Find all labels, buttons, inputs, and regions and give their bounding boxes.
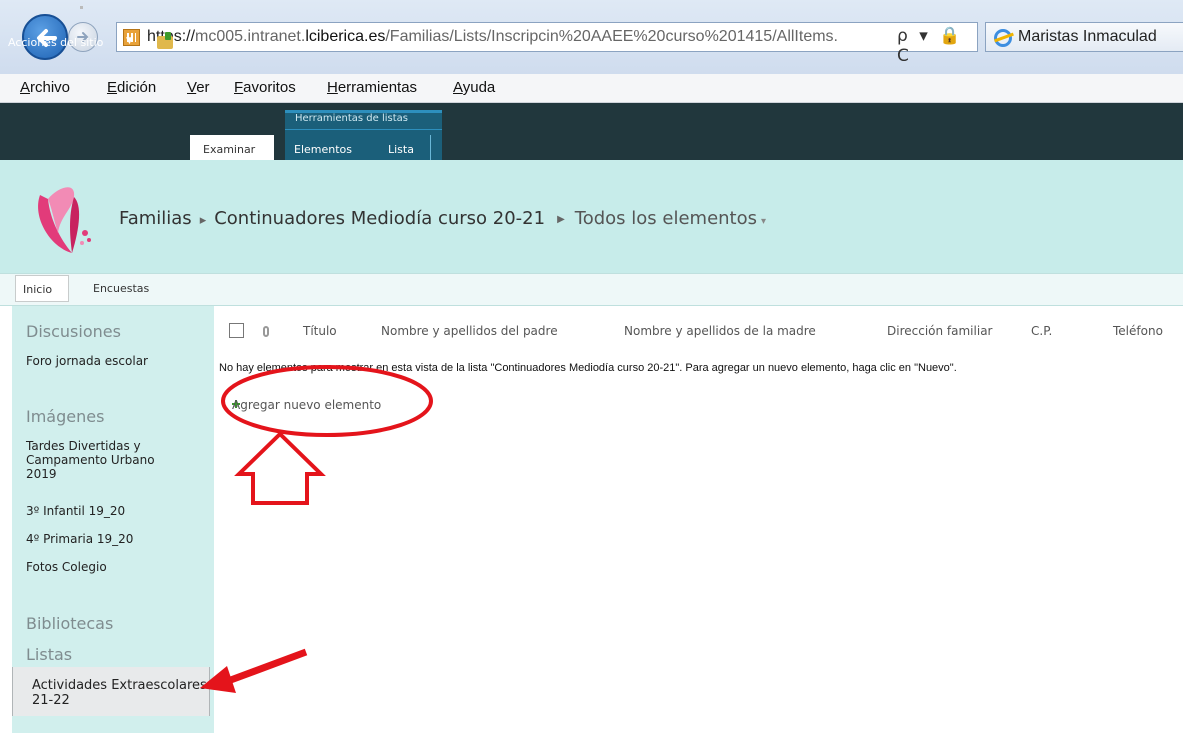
column-telefono[interactable]: Teléfono [1113,324,1163,338]
chevron-down-icon: ▼ [126,36,133,46]
ie-logo-icon [994,29,1012,47]
menu-herramientas[interactable]: Herramientas [327,79,417,96]
menu-edicion[interactable]: Edición [107,79,156,96]
up-arrow-icon [234,431,326,505]
ql-item-fotos[interactable]: Fotos Colegio [26,560,201,574]
ribbon-dot [80,6,83,9]
column-direccion[interactable]: Dirección familiar [887,324,992,338]
url-text: https://mc005.intranet.lciberica.es/Fami… [147,28,838,45]
empty-list-message: No hay elementos para mostrar en esta vi… [219,362,957,374]
browser-address-bar: https://mc005.intranet.lciberica.es/Fami… [0,0,1183,74]
address-tools[interactable]: ρ ▾ 🔒 C [897,26,977,66]
add-new-item-link[interactable]: Agregar nuevo elemento [232,398,381,412]
breadcrumb-separator-icon: ▶ [557,214,565,225]
column-titulo[interactable]: Título [303,324,337,338]
site-actions-menu[interactable]: Acciones del sitio [8,36,103,49]
menu-ver[interactable]: Ver [187,79,210,96]
ql-item-actividades[interactable]: Actividades Extraescolares 21-22 [32,678,207,708]
ql-heading-discusiones[interactable]: Discusiones [26,322,121,341]
view-selector[interactable]: Todos los elementos [575,208,757,229]
tab-examinar[interactable]: Examinar [190,135,274,160]
column-cp[interactable]: C.P. [1031,324,1052,338]
ql-item-tardes[interactable]: Tardes Divertidas y Campamento Urbano 20… [26,439,186,481]
tab-elementos[interactable]: Elementos [294,143,352,156]
menu-archivo[interactable]: Archivo [20,79,70,96]
ql-heading-bibliotecas[interactable]: Bibliotecas [26,614,113,633]
menu-bar: Archivo Edición Ver Favoritos Herramient… [0,74,1183,103]
ql-heading-imagenes[interactable]: Imágenes [26,407,104,426]
tab-lista[interactable]: Lista [388,143,414,156]
menu-favoritos[interactable]: Favoritos [234,79,296,96]
tab-title: Maristas Inmaculad [1018,28,1157,45]
ql-item-infantil[interactable]: 3º Infantil 19_20 [26,504,201,518]
site-logo-icon [38,187,91,253]
breadcrumb: Familias ▸ Continuadores Mediodía curso 20… [119,208,766,229]
ql-item-primaria[interactable]: 4º Primaria 19_20 [26,532,201,546]
nav-inicio[interactable]: Inicio [15,275,69,302]
tab-examinar-label: Examinar [203,143,256,156]
list-tools-label: Herramientas de listas [295,113,408,124]
select-all-checkbox[interactable] [229,323,244,338]
address-input[interactable]: https://mc005.intranet.lciberica.es/Fami… [116,22,978,66]
attachment-icon [263,326,269,337]
browser-tab[interactable]: Maristas Inmaculad [985,22,1183,52]
breadcrumb-separator-icon: ▸ [199,213,207,228]
breadcrumb-site[interactable]: Familias [119,208,192,229]
nav-encuestas[interactable]: Encuestas [93,282,149,295]
navigate-up-icon[interactable] [157,32,173,49]
sharepoint-ribbon [0,103,1183,160]
ribbon-divider [285,129,442,130]
breadcrumb-list[interactable]: Continuadores Mediodía curso 20-21 [214,208,545,229]
chevron-down-icon: ▾ [761,216,767,227]
add-new-item-label: Agregar nuevo elemento [232,398,382,412]
menu-ayuda[interactable]: Ayuda [453,79,495,96]
top-navigation [0,273,1183,306]
column-madre[interactable]: Nombre y apellidos de la madre [624,324,816,338]
column-padre[interactable]: Nombre y apellidos del padre [381,324,558,338]
ql-item-foro[interactable]: Foro jornada escolar [26,354,201,368]
ql-heading-listas[interactable]: Listas [26,645,72,664]
pointer-arrow-line [226,648,308,685]
nav-inicio-label: Inicio [23,283,53,296]
ribbon-divider [430,135,431,160]
